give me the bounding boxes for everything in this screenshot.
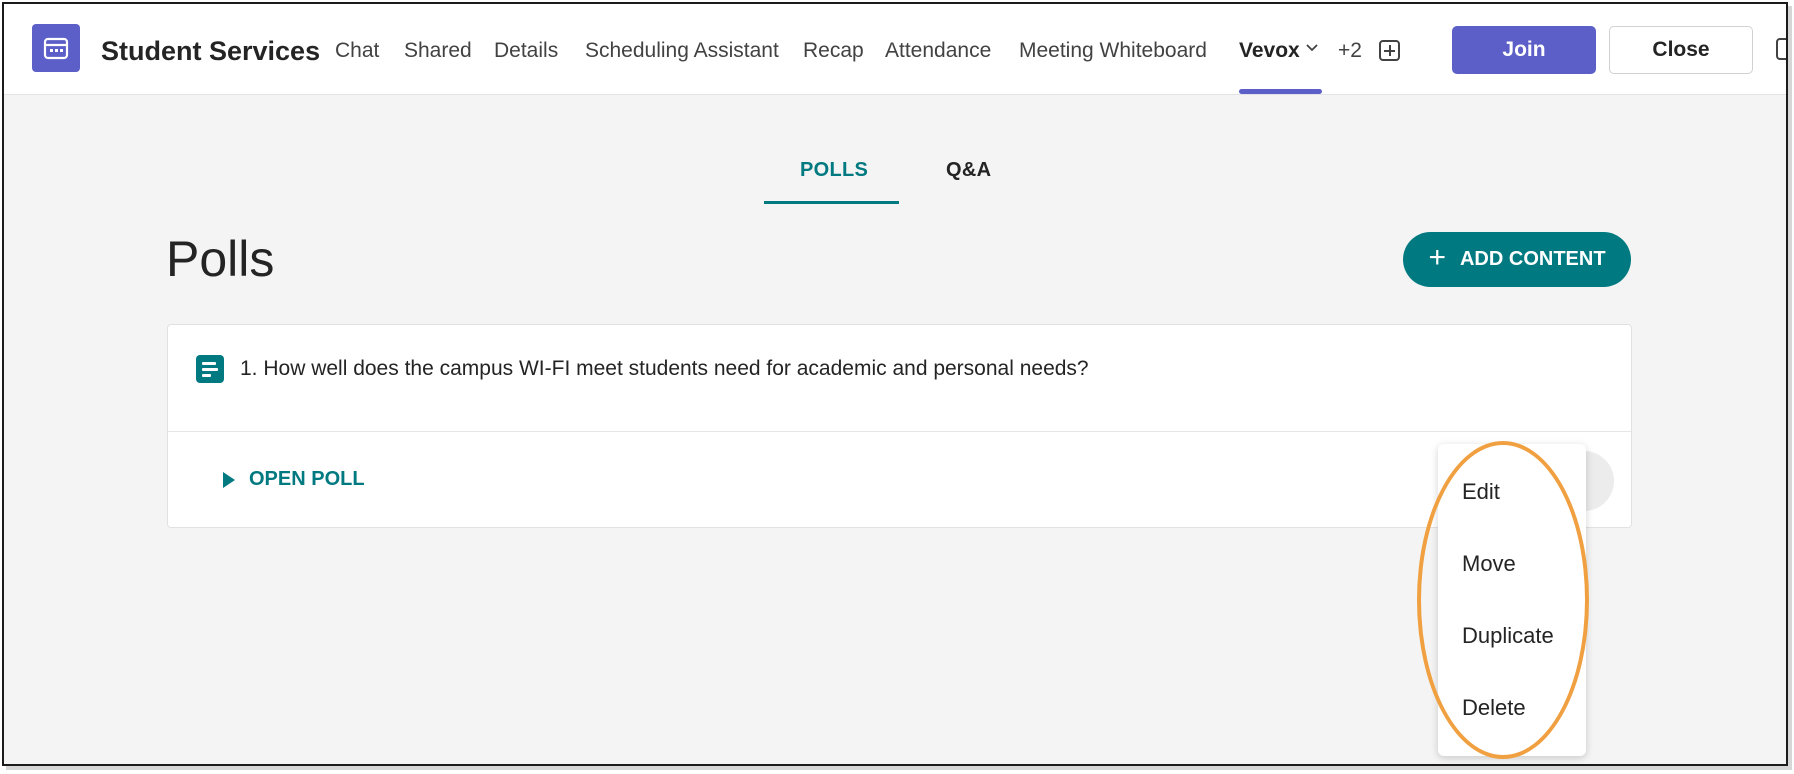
- add-tab-icon[interactable]: [1379, 40, 1400, 61]
- calendar-icon: [32, 24, 80, 72]
- subtab-qa[interactable]: Q&A: [946, 159, 991, 182]
- popout-icon[interactable]: [1776, 38, 1786, 60]
- plus-icon: +: [1428, 241, 1446, 274]
- tab-attendance[interactable]: Attendance: [885, 39, 991, 63]
- open-poll-button[interactable]: OPEN POLL: [223, 468, 365, 491]
- divider: [168, 431, 1631, 432]
- open-poll-label: OPEN POLL: [249, 468, 365, 490]
- page-title: Polls: [166, 231, 275, 287]
- annotation-highlight-ellipse: [1417, 441, 1589, 759]
- play-icon: [223, 471, 235, 488]
- tab-details[interactable]: Details: [494, 39, 558, 63]
- add-content-button[interactable]: + ADD CONTENT: [1403, 232, 1631, 287]
- chevron-down-icon[interactable]: [1304, 40, 1320, 56]
- tab-meeting-whiteboard[interactable]: Meeting Whiteboard: [1019, 39, 1207, 63]
- tab-recap[interactable]: Recap: [803, 39, 864, 63]
- tab-scheduling-assistant[interactable]: Scheduling Assistant: [585, 39, 779, 63]
- poll-icon: [196, 355, 224, 383]
- tab-shared[interactable]: Shared: [404, 39, 472, 63]
- active-tab-indicator: [1239, 89, 1322, 94]
- poll-question[interactable]: 1. How well does the campus WI-FI meet s…: [240, 357, 1089, 381]
- join-button[interactable]: Join: [1452, 26, 1596, 74]
- close-button[interactable]: Close: [1609, 26, 1753, 74]
- tab-chat[interactable]: Chat: [335, 39, 379, 63]
- more-tabs-button[interactable]: +2: [1338, 39, 1362, 63]
- window-frame: Student Services Chat Shared Details Sch…: [2, 2, 1788, 766]
- active-subtab-indicator: [764, 201, 899, 204]
- tab-vevox[interactable]: Vevox: [1239, 39, 1300, 63]
- subtab-polls[interactable]: POLLS: [800, 159, 868, 182]
- meeting-header: Student Services Chat Shared Details Sch…: [4, 4, 1786, 95]
- meeting-title: Student Services: [101, 36, 321, 66]
- add-content-label: ADD CONTENT: [1459, 248, 1606, 270]
- poll-card: 1. How well does the campus WI-FI meet s…: [167, 324, 1632, 528]
